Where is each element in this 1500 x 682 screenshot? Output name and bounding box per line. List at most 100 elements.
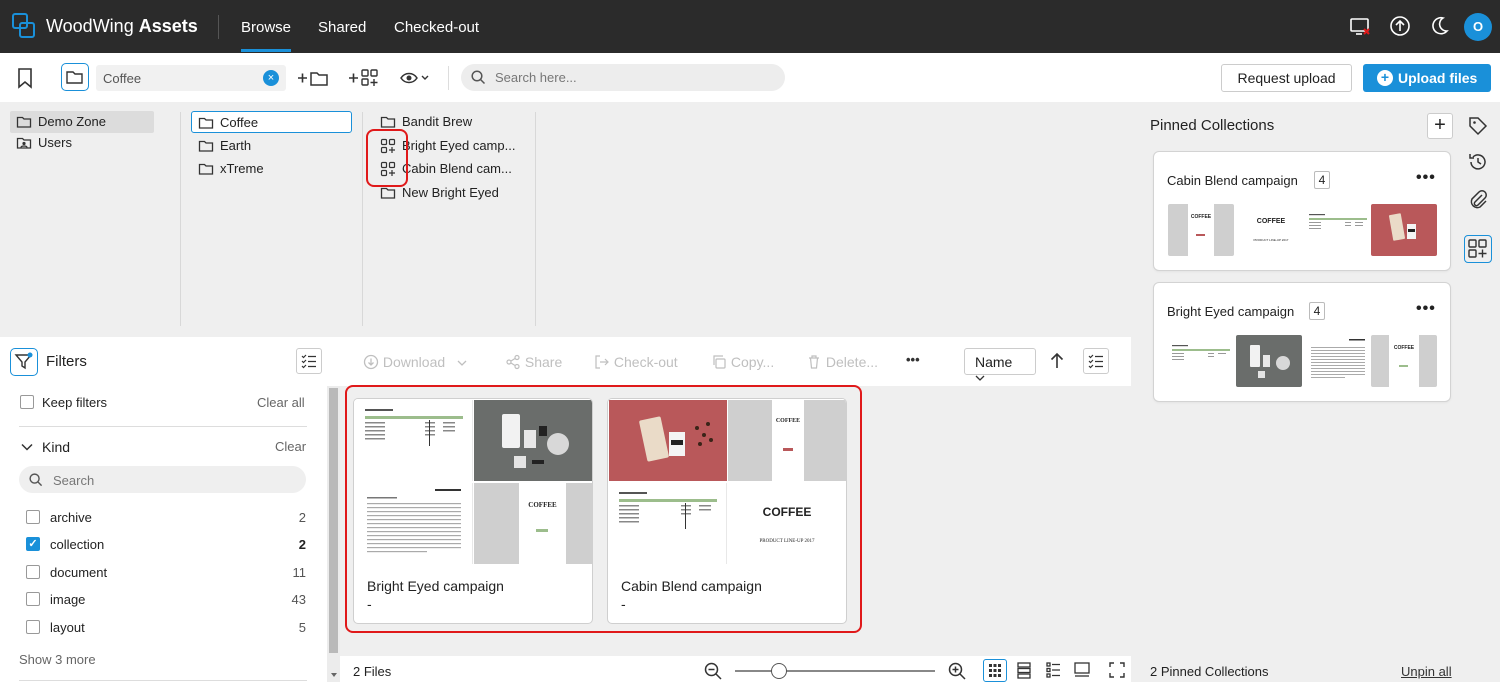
more-actions-button[interactable]: •••	[906, 352, 920, 367]
folder-item-users[interactable]: Users	[10, 132, 154, 154]
unpin-all-link[interactable]: Unpin all	[1401, 664, 1452, 679]
keep-filters-checkbox[interactable]	[20, 395, 34, 409]
divider	[218, 15, 219, 39]
collection-label: Bright Eyed camp...	[402, 138, 516, 153]
kind-collection-checkbox[interactable]: ✓	[26, 537, 40, 551]
highlight-box	[366, 129, 408, 187]
filter-checklist-icon[interactable]	[296, 348, 322, 374]
accent-bar	[1399, 365, 1408, 367]
kind-document-label: document	[50, 565, 108, 580]
dark-mode-moon-icon[interactable]	[1427, 14, 1451, 38]
clear-all-link[interactable]: Clear all	[257, 395, 305, 410]
user-avatar[interactable]: O	[1464, 13, 1492, 41]
compact-list-view-icon[interactable]	[1042, 659, 1066, 682]
chevron-down-icon	[457, 360, 467, 366]
chevron-down-icon[interactable]	[20, 440, 34, 454]
list-view-icon[interactable]	[1013, 659, 1037, 682]
thumb-document-text	[1305, 335, 1371, 387]
kind-archive-checkbox[interactable]	[26, 510, 40, 524]
zoom-out-icon[interactable]	[704, 662, 722, 680]
checkout-icon	[595, 355, 609, 369]
search-icon	[471, 70, 486, 85]
new-collection-button[interactable]	[347, 66, 381, 90]
zoom-slider-track[interactable]	[735, 670, 935, 672]
kind-document-checkbox[interactable]	[26, 565, 40, 579]
kind-clear-link[interactable]: Clear	[275, 439, 306, 454]
clear-path-icon[interactable]: ×	[263, 70, 279, 86]
folder-icon	[198, 115, 214, 131]
brand-name[interactable]: WoodWing Assets	[46, 16, 198, 37]
folder-item-coffee[interactable]: Coffee	[191, 111, 352, 133]
scroll-down-arrow-icon[interactable]	[330, 671, 338, 679]
sort-direction-arrow-icon[interactable]	[1047, 351, 1067, 371]
collection-label: Cabin Blend cam...	[402, 161, 512, 176]
checkout-button[interactable]: Check-out	[594, 354, 678, 370]
folder-item-xtreme[interactable]: xTreme	[192, 158, 353, 180]
folder-item-earth[interactable]: Earth	[192, 135, 353, 157]
kind-layout-checkbox[interactable]	[26, 620, 40, 634]
delete-button[interactable]: Delete...	[806, 354, 878, 370]
show-more-link[interactable]: Show 3 more	[19, 652, 96, 667]
add-pinned-collection-button[interactable]: +	[1427, 113, 1453, 139]
pinned-collections-tab-icon[interactable]	[1464, 235, 1492, 263]
pinned-collection-name: Bright Eyed campaign	[1167, 304, 1295, 319]
folder-label: Bandit Brew	[402, 114, 473, 129]
folder-item-demo-zone[interactable]: Demo Zone	[10, 111, 154, 133]
product-lineup-text: PRODUCT LINE-UP 2017	[1253, 238, 1289, 242]
download-button[interactable]: Download	[363, 354, 467, 370]
fullscreen-icon[interactable]	[1106, 659, 1130, 682]
select-checklist-icon[interactable]	[1083, 348, 1109, 374]
zoom-slider-handle[interactable]	[771, 663, 787, 679]
kind-search-input[interactable]: Search	[19, 466, 306, 493]
file-count: 2 Files	[353, 664, 392, 679]
folder-icon	[380, 114, 396, 130]
upload-files-label: Upload files	[1398, 70, 1478, 86]
pinned-collection-bright-eyed[interactable]: Bright Eyed campaign 4 ••• COFFEE	[1153, 282, 1451, 402]
pinned-collection-menu[interactable]: •••	[1416, 169, 1436, 187]
upload-files-button[interactable]: + Upload files	[1363, 64, 1491, 92]
folder-label: New Bright Eyed	[402, 185, 499, 200]
kind-image-checkbox[interactable]	[26, 592, 40, 606]
divider	[19, 426, 307, 427]
new-folder-button[interactable]	[296, 66, 330, 90]
thumb-product-photo	[1236, 335, 1302, 387]
pinned-collection-count: 4	[1309, 302, 1325, 320]
coffee-page	[1188, 204, 1214, 256]
folder-icon	[198, 161, 214, 177]
tag-icon[interactable]	[1466, 114, 1490, 138]
zoom-in-icon[interactable]	[948, 662, 966, 680]
folder-label: Coffee	[220, 115, 259, 130]
kind-collection-label: collection	[50, 537, 105, 552]
grid-view-icon[interactable]	[983, 659, 1007, 682]
tab-browse[interactable]: Browse	[241, 19, 292, 52]
search-placeholder: Search here...	[495, 70, 577, 85]
upload-cloud-icon[interactable]	[1388, 14, 1412, 38]
coffee-page	[1389, 335, 1419, 387]
pinned-collection-cabin-blend[interactable]: Cabin Blend campaign 4 ••• COFFEE COFFEE…	[1153, 151, 1451, 271]
kind-label[interactable]: Kind	[42, 439, 70, 455]
preview-view-icon[interactable]	[1071, 659, 1095, 682]
pinned-collection-menu[interactable]: •••	[1416, 300, 1436, 318]
scrollbar-thumb[interactable]	[329, 388, 338, 653]
kind-layout-label: layout	[50, 620, 85, 635]
kind-image-count: 43	[291, 592, 306, 607]
history-icon[interactable]	[1466, 150, 1490, 174]
visibility-dropdown-icon[interactable]	[399, 66, 433, 90]
screen-error-icon[interactable]	[1348, 14, 1372, 38]
folder-view-button[interactable]	[61, 63, 89, 91]
request-upload-button[interactable]: Request upload	[1221, 64, 1352, 92]
tab-checked-out[interactable]: Checked-out	[394, 19, 479, 36]
copy-button[interactable]: Copy...	[711, 354, 774, 370]
folder-label: xTreme	[220, 161, 264, 176]
woodwing-logo-icon[interactable]	[12, 13, 36, 39]
filter-funnel-icon[interactable]	[10, 348, 38, 376]
current-folder-field[interactable]: Coffee	[96, 65, 286, 91]
sort-dropdown[interactable]: Name	[964, 348, 1036, 381]
bookmark-icon[interactable]	[13, 66, 37, 90]
search-input[interactable]: Search here...	[461, 64, 785, 91]
attachment-paperclip-icon[interactable]	[1466, 188, 1490, 212]
tab-shared[interactable]: Shared	[318, 19, 366, 36]
share-button[interactable]: Share	[505, 354, 562, 370]
thumb-spreadsheet	[1168, 335, 1234, 387]
pinned-collection-name: Cabin Blend campaign	[1167, 173, 1298, 188]
